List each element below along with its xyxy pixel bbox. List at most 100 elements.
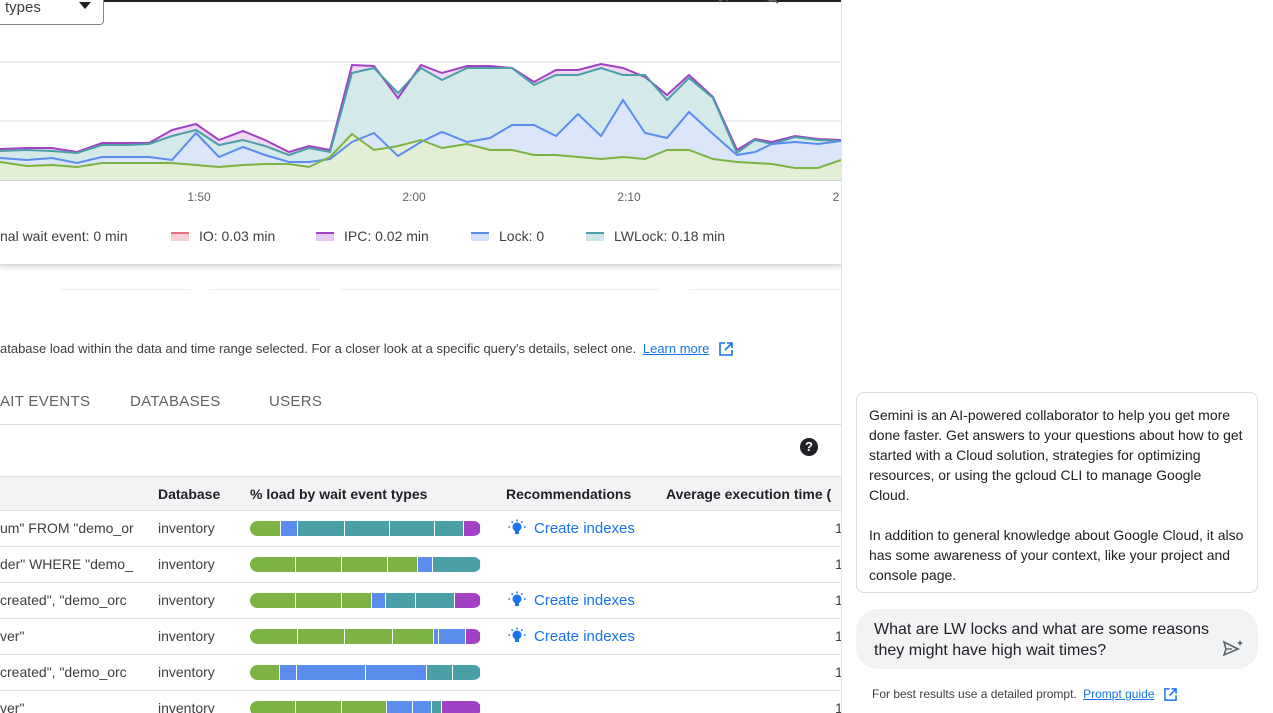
legend-item-lock[interactable]: Lock: 0 [471,228,544,244]
load-segment [250,665,281,680]
load-segment [439,629,467,644]
table-row[interactable]: ver" inventory Create indexes 1 [0,619,841,655]
load-bar[interactable] [250,521,481,536]
caret-down-icon [79,2,91,9]
legend-item-other[interactable]: nal wait event: 0 min [0,228,128,244]
column-load[interactable]: % load by wait event types [250,486,427,502]
load-bar[interactable] [250,629,481,644]
ipc-swatch-icon [316,231,334,241]
column-recommendations[interactable]: Recommendations [506,486,631,502]
legend-other-label: nal wait event: 0 min [0,228,128,244]
load-bar[interactable] [250,593,481,608]
load-segment [295,701,342,713]
load-segment [341,701,388,713]
table-row[interactable]: created", "demo_orc inventory 1 [0,655,841,691]
table-row[interactable]: der" WHERE "demo_ inventory 1 [0,547,841,583]
external-link-icon[interactable] [1164,688,1177,701]
query-text[interactable]: created", "demo_orc [0,664,127,680]
load-segment [295,593,342,608]
prompt-text: What are LW locks and what are some reas… [874,621,1209,659]
database-cell: inventory [158,628,215,644]
io-swatch-icon [171,231,189,241]
table-header: Database % load by wait event types Reco… [0,476,841,511]
lock-swatch-icon [471,231,489,241]
divider [210,289,320,290]
load-segment [345,521,391,536]
help-icon[interactable]: ? [800,438,818,456]
legend-item-io[interactable]: IO: 0.03 min [171,228,275,244]
load-segment [388,557,419,572]
top-border [0,0,841,2]
column-database[interactable]: Database [158,486,220,502]
x-tick-label: 2:00 [402,190,426,204]
load-segment [441,701,481,713]
chart-card-edge [0,264,841,266]
hint-text: For best results use a detailed prompt. [872,687,1077,701]
column-avg-exec-time[interactable]: Average execution time ( [666,486,831,502]
create-indexes-link[interactable]: Create indexes [508,519,635,537]
zoom-icon[interactable] [766,0,780,4]
load-segment [455,593,481,608]
load-bar[interactable] [250,665,481,680]
load-segment [250,701,296,713]
lwlock-swatch-icon [586,231,604,241]
database-cell: inventory [158,664,215,680]
tabs-divider [0,424,841,425]
queries-description: atabase load within the data and time ra… [0,341,733,356]
load-segment [250,593,296,608]
load-segment [297,665,366,680]
load-bar[interactable] [250,557,481,572]
load-segment [387,701,414,713]
load-segment [386,593,417,608]
x-tick-label: 1:50 [187,190,211,204]
load-segment [297,629,346,644]
load-segment [341,593,372,608]
table-row[interactable]: um" FROM "demo_or inventory Create indexes… [0,511,841,547]
tab-databases[interactable]: DATABASES [130,393,221,410]
database-load-chart [0,61,841,181]
external-link-icon[interactable] [719,342,733,356]
divider [690,289,840,290]
table-row[interactable]: created", "demo_orc inventory Create index… [0,583,841,619]
create-indexes-link[interactable]: Create indexes [508,627,635,645]
lightbulb-icon [508,591,526,606]
prompt-input[interactable]: What are LW locks and what are some reas… [856,609,1258,669]
tab-users[interactable]: USERS [269,393,322,410]
wait-event-type-dropdown[interactable]: types [0,0,104,25]
load-segment [298,521,346,536]
lightbulb-icon [508,627,526,642]
intro-paragraph-2: In addition to general knowledge about G… [869,527,1244,583]
query-text[interactable]: der" WHERE "demo_ [0,556,133,572]
legend-item-ipc[interactable]: IPC: 0.02 min [316,228,429,244]
table-row[interactable]: ver" inventory 1 [0,691,841,713]
load-segment [435,521,464,536]
load-segment [413,701,432,713]
x-tick-label: 2:10 [617,190,641,204]
legend-item-lwlock[interactable]: LWLock: 0.18 min [586,228,725,244]
reset-zoom-icon[interactable] [718,0,732,4]
query-text[interactable]: um" FROM "demo_or [0,520,134,536]
send-icon[interactable] [1222,639,1244,657]
more-options-icon[interactable] [806,0,820,4]
description-text: atabase load within the data and time ra… [0,341,637,356]
load-segment [390,521,436,536]
legend-lock-label: Lock: 0 [499,228,545,244]
create-indexes-link[interactable]: Create indexes [508,591,635,609]
learn-more-link[interactable]: Learn more [643,341,709,356]
database-cell: inventory [158,592,215,608]
load-segment [393,629,434,644]
database-cell: inventory [158,556,215,572]
load-segment [431,701,442,713]
query-text[interactable]: ver" [0,628,24,644]
tab-wait-events[interactable]: AIT EVENTS [0,393,90,410]
query-text[interactable]: created", "demo_orc [0,592,127,608]
query-text[interactable]: ver" [0,700,24,713]
prompt-guide-link[interactable]: Prompt guide [1083,687,1154,701]
load-segment [466,629,481,644]
load-segment [432,557,481,572]
recommendation-label: Create indexes [534,627,635,645]
gemini-panel: Gemini is an AI-powered collaborator to … [841,0,1273,713]
lightbulb-icon [508,519,526,534]
legend-io-label: IO: 0.03 min [199,228,276,244]
load-bar[interactable] [250,701,481,713]
